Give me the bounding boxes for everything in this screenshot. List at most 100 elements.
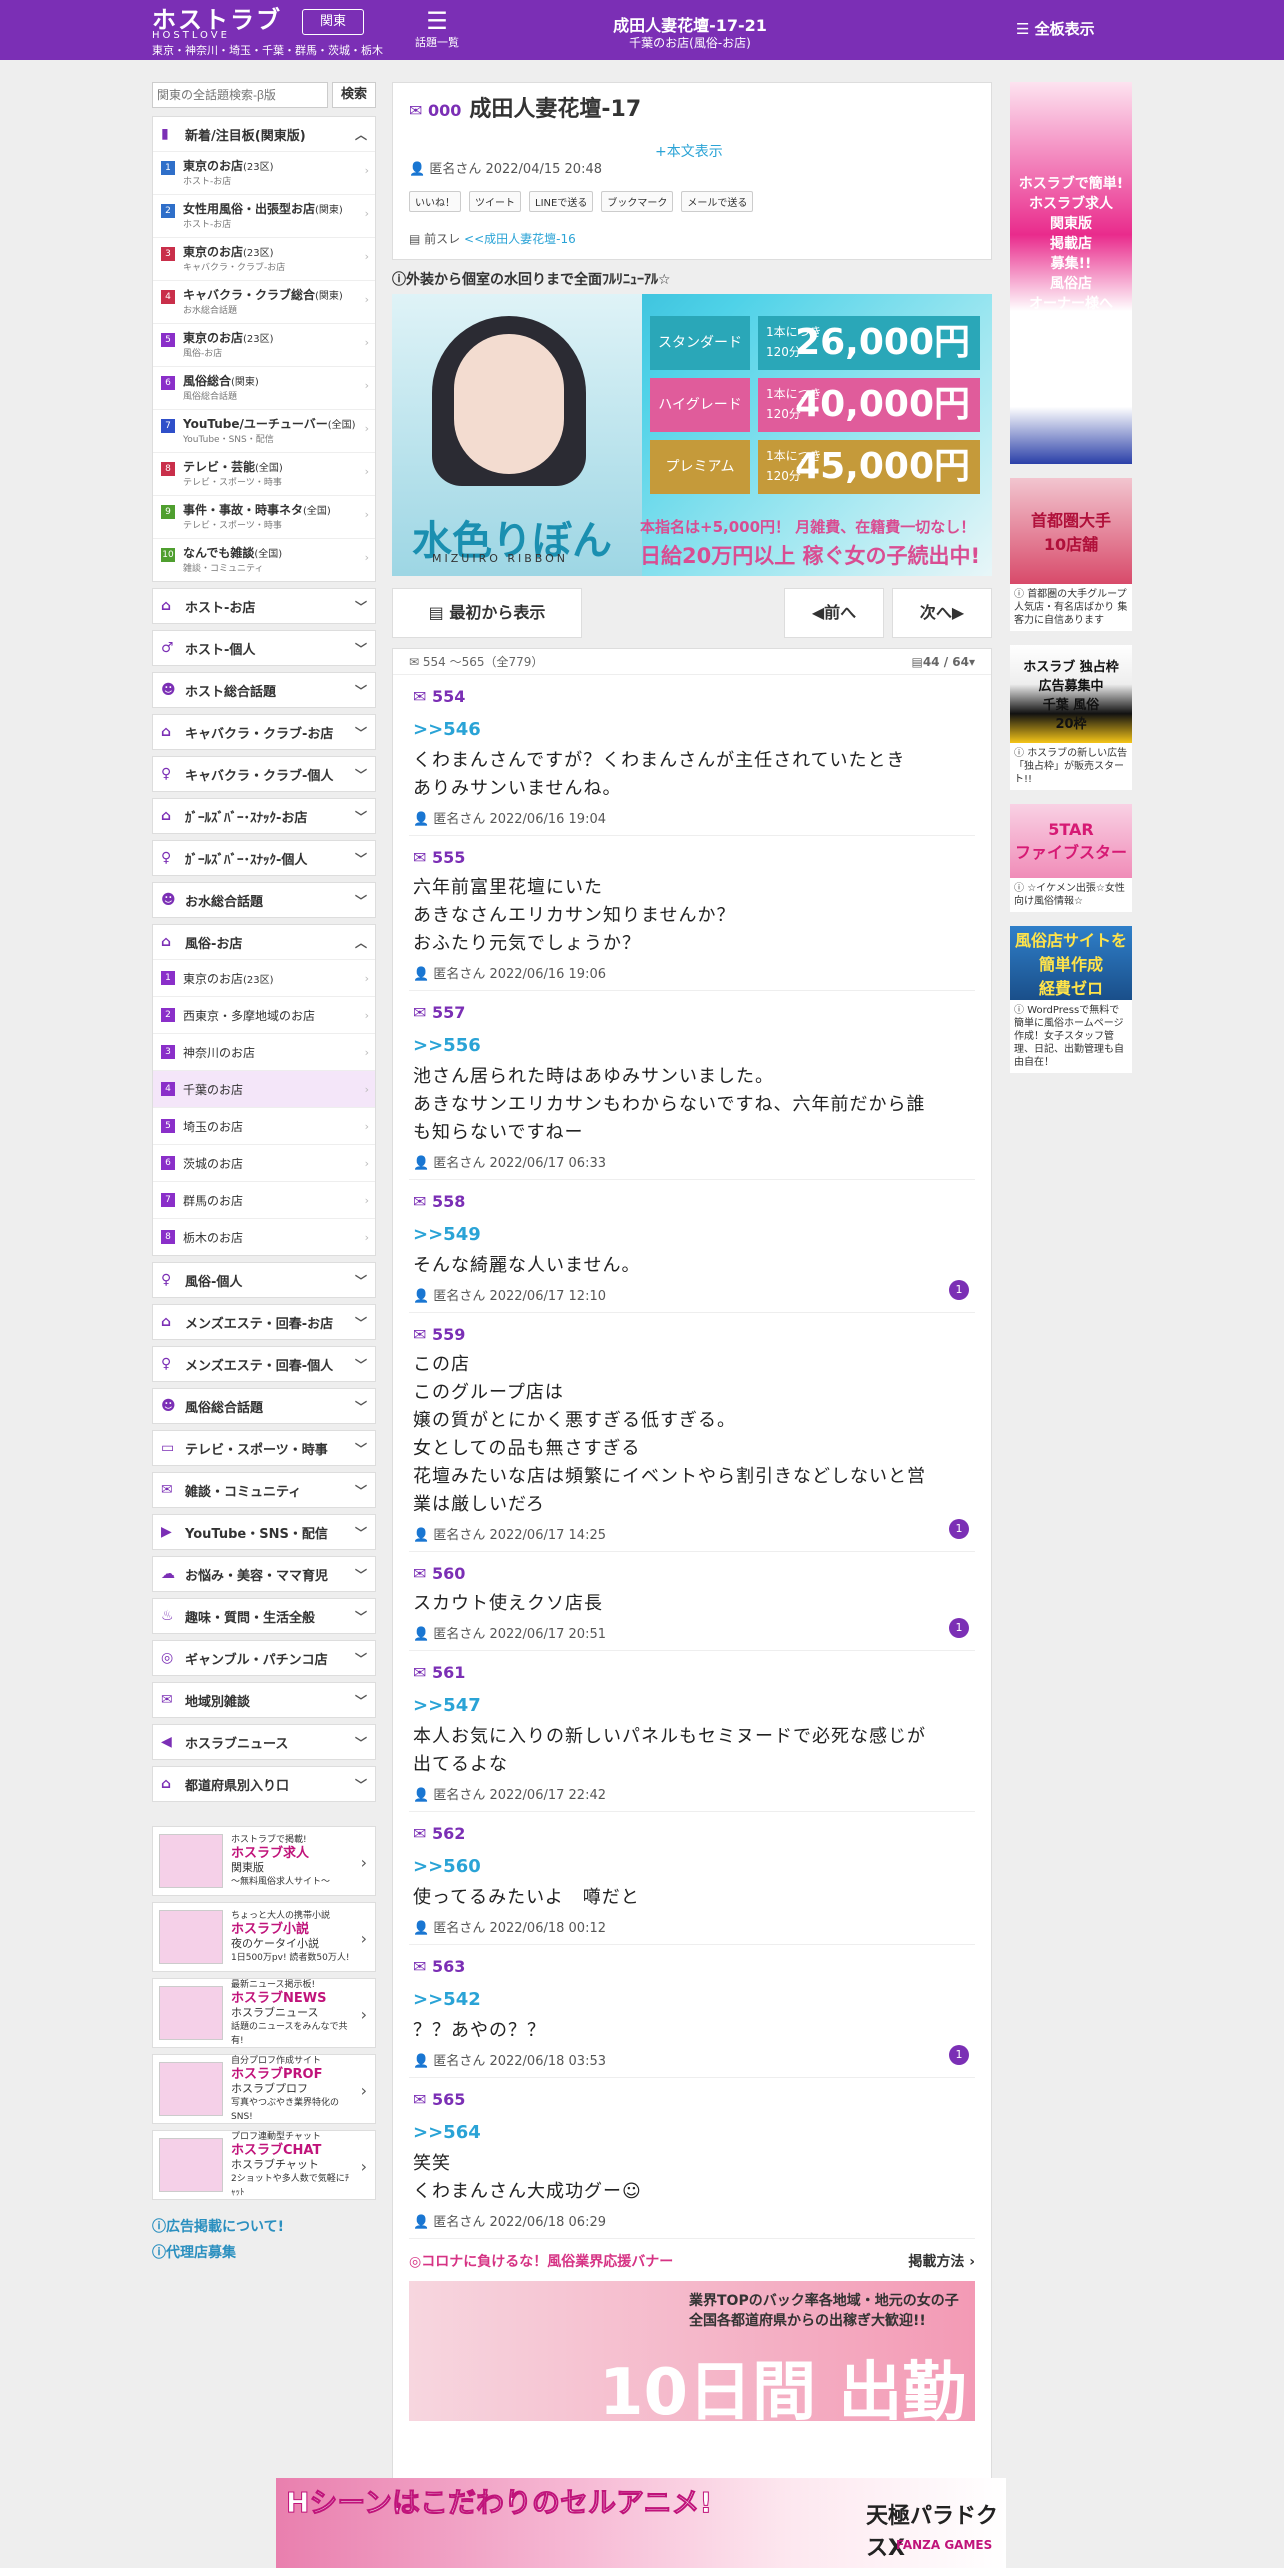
fuzoku-item[interactable]: 1 東京のお店 (23区) ›	[153, 959, 375, 996]
category-header[interactable]: ♀ 風俗-個人 ﹀	[153, 1263, 375, 1297]
fuzoku-header[interactable]: ⌂ 風俗-お店 ︿	[153, 925, 375, 959]
ranking-item[interactable]: 9 事件・事故・時事ネタ(全国) テレビ・スポーツ・時事 ›	[153, 495, 375, 538]
post-number[interactable]: ✉ 557	[413, 1001, 971, 1025]
right-ad[interactable]: 5TAR ファイブスター ⓘ ☆イケメン出張☆女性向け風俗情報☆	[1010, 804, 1132, 912]
category-header[interactable]: ▭ テレビ・スポーツ・時事 ﹀	[153, 1431, 375, 1465]
category-header[interactable]: ⌂ ホスト-お店 ﹀	[153, 589, 375, 623]
fuzoku-item[interactable]: 2 西東京・多摩地域のお店 ›	[153, 996, 375, 1033]
agency-link[interactable]: ⓘ代理店募集	[152, 2240, 376, 2266]
all-boards-button[interactable]: ☰ 全板表示	[1016, 18, 1095, 39]
category-header[interactable]: ⌂ ｶﾞｰﾙｽﾞﾊﾞｰ･ｽﾅｯｸ-お店 ﹀	[153, 799, 375, 833]
post-reply-anchor[interactable]: >>564	[413, 2120, 971, 2146]
promo-item[interactable]: プロフ連動型チャット ホスラブCHAT ホスラブチャット 2ショットや多人数で気軽にﾁ…	[152, 2130, 376, 2200]
post-number[interactable]: ✉ 561	[413, 1661, 971, 1685]
fuzoku-item[interactable]: 4 千葉のお店 ›	[153, 1070, 375, 1107]
ads-info-link[interactable]: ⓘ広告掲載について!	[152, 2214, 376, 2240]
ranking-item[interactable]: 10 なんでも雑談(全国) 雑談・コミュニティ ›	[153, 538, 375, 581]
category-header[interactable]: ⌂ メンズエステ・回春-お店 ﹀	[153, 1305, 375, 1339]
promo-item[interactable]: 最新ニュース掲示板! ホスラブNEWS ホスラブニュース 話題のニュースをみんなで共有…	[152, 1978, 376, 2048]
ranking-item[interactable]: 6 風俗総合(関東) 風俗総合話題 ›	[153, 366, 375, 409]
category-header[interactable]: ♨ 趣味・質問・生活全般 ﹀	[153, 1599, 375, 1633]
fuzoku-item[interactable]: 5 埼玉のお店 ›	[153, 1107, 375, 1144]
share-button[interactable]: メールで送る	[681, 191, 754, 212]
category-header[interactable]: ☻ お水総合話題 ﹀	[153, 883, 375, 917]
ranking-item[interactable]: 5 東京のお店(23区) 風俗-お店 ›	[153, 323, 375, 366]
post-reply-anchor[interactable]: >>547	[413, 1693, 971, 1719]
category-header[interactable]: ☻ 風俗総合話題 ﹀	[153, 1389, 375, 1423]
prev-thread-link[interactable]: <<成田人妻花壇-16	[464, 232, 576, 246]
chevron-right-icon: ›	[364, 1119, 369, 1133]
search-button[interactable]: 検索	[332, 82, 376, 108]
category-header[interactable]: ♂ ホスト-個人 ﹀	[153, 631, 375, 665]
prev-page-button[interactable]: ◀前へ	[784, 588, 884, 638]
support-banner[interactable]: 業界TOPのバック率各地域・地元の女の子 全国各都道府県からの出稼ぎ大歓迎!! 1…	[409, 2281, 975, 2421]
ranking-item[interactable]: 4 キャバクラ・クラブ総合(関東) お水総合話題 ›	[153, 280, 375, 323]
fuzoku-item[interactable]: 6 茨城のお店 ›	[153, 1144, 375, 1181]
right-ad[interactable]: 風俗店サイトを簡単作成 経費ゼロ ⓘ WordPressで無料で簡単に風俗ホームペー…	[1010, 926, 1132, 1073]
ranking-item[interactable]: 1 東京のお店(23区) ホスト-お店 ›	[153, 151, 375, 194]
reply-count-badge[interactable]: 1	[949, 2045, 969, 2065]
promo-item[interactable]: 自分プロフ作成サイト ホスラブPROF ホスラブプロフ 写真やつぶやき業界特化のSNS…	[152, 2054, 376, 2124]
category-header[interactable]: ✉ 地域別雑談 ﹀	[153, 1683, 375, 1717]
category-header[interactable]: ▶ YouTube・SNS・配信 ﹀	[153, 1515, 375, 1549]
category-header[interactable]: ◀ ホスラブニュース ﹀	[153, 1725, 375, 1759]
promo-item[interactable]: ホストラブで掲載! ホスラブ求人 関東版 〜無料風俗求人サイト〜 ›	[152, 1826, 376, 1896]
category-header[interactable]: ♀ ｶﾞｰﾙｽﾞﾊﾞｰ･ｽﾅｯｸ-個人 ﹀	[153, 841, 375, 875]
post-reply-anchor[interactable]: >>556	[413, 1033, 971, 1059]
site-logo[interactable]: ホストラブ	[152, 8, 282, 32]
banner-caption: ⓘ外装から個室の水回りまで全面ﾌﾙﾘﾆｭｰｱﾙ☆	[392, 270, 992, 290]
share-button[interactable]: ブックマーク	[601, 191, 674, 212]
post-reply-anchor[interactable]: >>542	[413, 1987, 971, 2013]
fuzoku-item[interactable]: 7 群馬のお店 ›	[153, 1181, 375, 1218]
category-header[interactable]: ♀ メンズエステ・回春-個人 ﹀	[153, 1347, 375, 1381]
ranking-item[interactable]: 8 テレビ・芸能(全国) テレビ・スポーツ・時事 ›	[153, 452, 375, 495]
post-reply-anchor[interactable]: >>549	[413, 1222, 971, 1248]
page-indicator[interactable]: ▤44 / 64▾	[911, 655, 975, 669]
topics-button[interactable]: ☰ 話題一覧	[412, 8, 462, 50]
post-reply-anchor[interactable]: >>560	[413, 1854, 971, 1880]
share-button[interactable]: ツイート	[469, 191, 521, 212]
post-number[interactable]: ✉ 562	[413, 1822, 971, 1846]
right-ad[interactable]: ホスラブ 独占枠 広告募集中 千葉 風俗 20枠 ⓘ ホスラブの新しい広告「独占枠」が販…	[1010, 645, 1132, 790]
support-method-link[interactable]: 掲載方法 ›	[908, 2251, 975, 2271]
ranking-header[interactable]: ▮ 新着/注目板(関東版) ︿	[153, 117, 375, 151]
share-button[interactable]: いいね！	[409, 191, 461, 212]
show-from-start-button[interactable]: ▤ 最初から表示	[392, 588, 582, 638]
post-reply-anchor[interactable]: >>546	[413, 717, 971, 743]
category-header[interactable]: ✉ 雑談・コミュニティ ﹀	[153, 1473, 375, 1507]
reply-count-badge[interactable]: 1	[949, 1519, 969, 1539]
region-button[interactable]: 関東	[302, 9, 364, 35]
ranking-item[interactable]: 7 YouTube/ユーチューバー(全国) YouTube・SNS・配信 ›	[153, 409, 375, 452]
ranking-item[interactable]: 3 東京のお店(23区) キャバクラ・クラブ-お店 ›	[153, 237, 375, 280]
category-header[interactable]: ♀ キャバクラ・クラブ-個人 ﹀	[153, 757, 375, 791]
fuzoku-item[interactable]: 8 栃木のお店 ›	[153, 1218, 375, 1255]
right-ad[interactable]: ホスラブで簡単! ホスラブ求人 関東版 掲載店 募集!! 風俗店 オーナー様へ 2019/04…	[1010, 82, 1132, 464]
category-header[interactable]: ◎ ギャンブル・パチンコ店 ﹀	[153, 1641, 375, 1675]
next-page-button[interactable]: 次へ▶	[892, 588, 992, 638]
promo-item[interactable]: ちょっと大人の携帯小説 ホスラブ小説 夜のケータイ小説 1日500万pv! 読者数50…	[152, 1902, 376, 1972]
ranking-item[interactable]: 2 女性用風俗・出張型お店(関東) ホスト-お店 ›	[153, 194, 375, 237]
category-header[interactable]: ⌂ キャバクラ・クラブ-お店 ﹀	[153, 715, 375, 749]
post-number[interactable]: ✉ 565	[413, 2088, 971, 2112]
reply-count-badge[interactable]: 1	[949, 1618, 969, 1638]
post-number[interactable]: ✉ 555	[413, 846, 971, 870]
post-number[interactable]: ✉ 558	[413, 1190, 971, 1214]
post-number[interactable]: ✉ 560	[413, 1562, 971, 1586]
show-body-link[interactable]: +本文表示	[655, 141, 723, 161]
category-box: ☁ お悩み・美容・ママ育児 ﹀	[152, 1556, 376, 1592]
rank-number: 4	[161, 290, 175, 304]
share-button[interactable]: LINEで送る	[529, 191, 594, 212]
fuzoku-item[interactable]: 3 神奈川のお店 ›	[153, 1033, 375, 1070]
category-header[interactable]: ☻ ホスト総合話題 ﹀	[153, 673, 375, 707]
category-header[interactable]: ☁ お悩み・美容・ママ育児 ﹀	[153, 1557, 375, 1591]
category-header[interactable]: ⌂ 都道府県別入り口 ﹀	[153, 1767, 375, 1801]
post-number[interactable]: ✉ 554	[413, 685, 971, 709]
post-number[interactable]: ✉ 563	[413, 1955, 971, 1979]
shop-banner[interactable]: スタンダード 26,000円 1本につき 120分 ハイグレード 40,000円 1本につき…	[392, 294, 992, 576]
reply-count-badge[interactable]: 1	[949, 1280, 969, 1300]
bottom-ad-banner[interactable]: Hシーンはこだわりのセルアニメ! 天極パラドクスX FANZA GAMES	[276, 2478, 1006, 2568]
search-input[interactable]	[152, 82, 328, 108]
right-ad[interactable]: 首都圏大手 10店舗 ⓘ 首都圏の大手グループ 人気店・有名店ばかり 集客力に自信あ…	[1010, 478, 1132, 631]
post-number[interactable]: ✉ 559	[413, 1323, 971, 1347]
ranking-item-title: 風俗総合(関東)	[183, 373, 259, 391]
